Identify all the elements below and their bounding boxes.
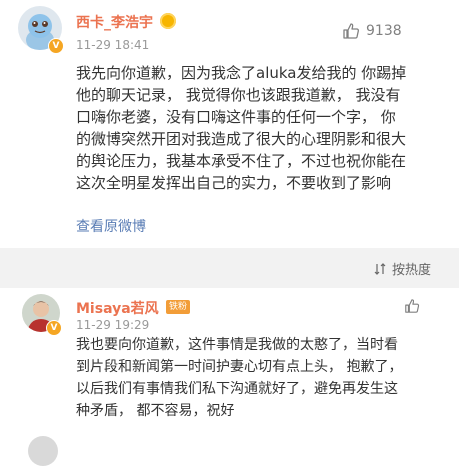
comment-line: 到片段和新闻第一时间护妻心切有点上头， 抱歉了，	[76, 359, 403, 375]
verified-icon: V	[46, 320, 62, 336]
timestamp: 11-29 18:41	[76, 38, 150, 52]
comment-1: V 西卡_李浩宇 11-29 18:41 9138 我先向你道歉，因为我念了al…	[0, 0, 459, 250]
like-button[interactable]: 9138	[342, 22, 402, 40]
comment-line: 我也要向你道歉，这件事情是我做的太憨了，当时看	[76, 337, 398, 353]
sort-label: 按热度	[391, 263, 431, 278]
comment-line: 以后我们有事情我们私下沟通就好了，避免再发生这	[76, 381, 398, 397]
comment-line: 的微博突然开团对我造成了很大的心理阴影和很大	[76, 130, 407, 148]
comment-line: 这次全明星发挥出自己的实力，不要收到了影响	[76, 174, 392, 192]
medal-icon	[160, 13, 176, 29]
comment-line: 种矛盾， 都不容易，祝好	[76, 403, 235, 419]
next-avatar[interactable]	[28, 436, 58, 466]
timestamp: 11-29 19:29	[76, 318, 150, 332]
comment-text: 我先向你道歉，因为我念了aluka发给我的 你踢掉 他的聊天记录， 我觉得你也该…	[76, 62, 406, 194]
comment-text: 我也要向你道歉，这件事情是我做的太憨了，当时看 到片段和新闻第一时间护妻心切有点…	[76, 334, 402, 422]
username[interactable]: Misaya若风	[76, 298, 159, 318]
comment-line: 他的聊天记录， 我觉得你也该跟我道歉， 我没有	[76, 86, 401, 104]
fan-badge: 铁粉	[166, 300, 191, 314]
sort-button[interactable]: 按热度	[374, 259, 431, 278]
view-original-link[interactable]: 查看原微博	[76, 216, 146, 236]
section-divider: 按热度	[0, 248, 459, 288]
comment-line: 我先向你道歉，因为我念了aluka发给我的 你踢掉	[76, 64, 407, 82]
comment-line: 的舆论压力，我基本承受不住了，不过也祝你能在	[76, 152, 407, 170]
comment-2: V Misaya若风 铁粉 11-29 19:29 我也要向你道歉，这件事情是我…	[0, 288, 459, 466]
thumb-up-icon	[405, 299, 420, 313]
username[interactable]: 西卡_李浩宇	[76, 12, 153, 32]
thumb-up-icon	[343, 23, 359, 39]
sort-icon	[374, 262, 386, 275]
like-button[interactable]	[404, 298, 420, 314]
verified-icon: V	[48, 38, 64, 54]
like-count: 9138	[366, 23, 402, 39]
comment-line: 口嗨你老婆，没有口嗨这件事的任何一个字， 你	[76, 108, 396, 126]
